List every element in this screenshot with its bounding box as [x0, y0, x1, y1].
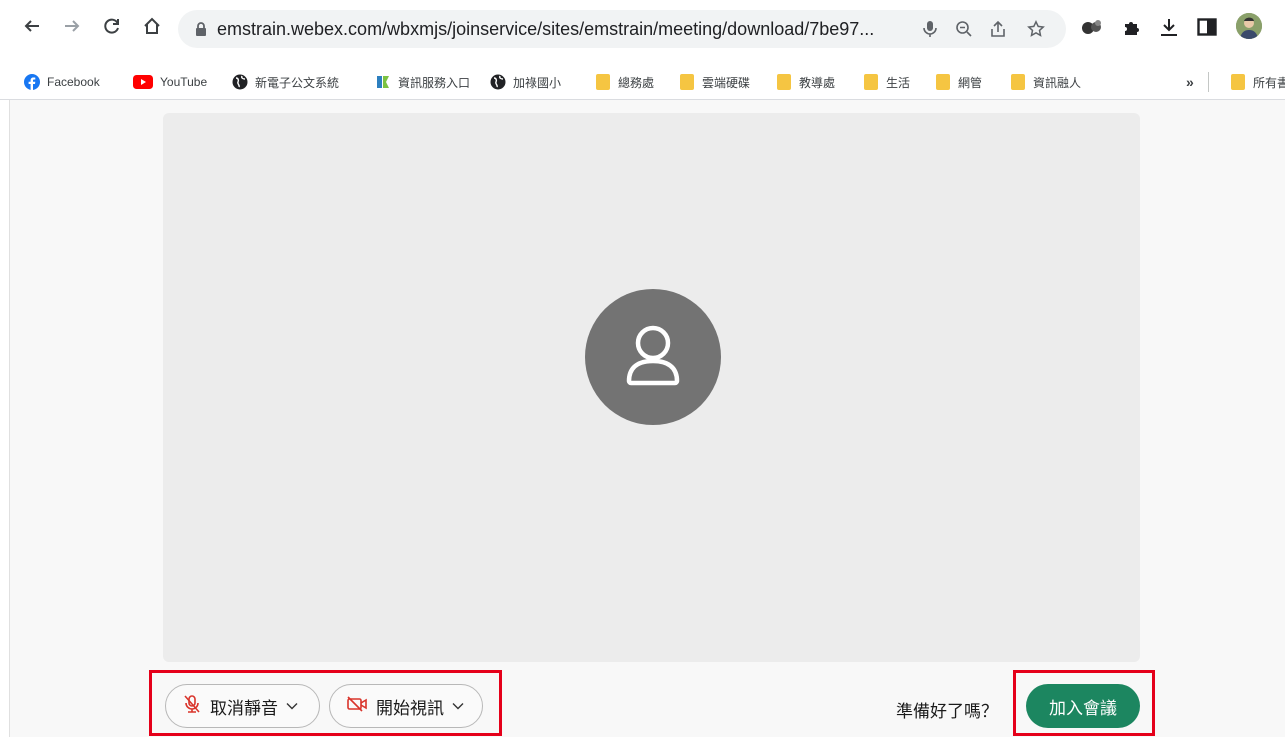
chevron-down-icon[interactable] [452, 702, 464, 710]
address-bar[interactable]: emstrain.webex.com/wbxmjs/joinservice/si… [178, 10, 1066, 48]
folder-icon [776, 74, 792, 90]
page-left-edge [0, 100, 10, 737]
bookmark-label: 總務處 [618, 75, 655, 90]
home-icon[interactable] [140, 14, 164, 38]
globe-icon [490, 74, 506, 90]
microphone-icon[interactable] [920, 19, 940, 39]
bookmark-portal[interactable]: 資訊服務入口 [375, 72, 470, 92]
bookmark-label: 所有書 [1253, 75, 1285, 90]
bookmark-label: YouTube [160, 75, 208, 89]
unmute-label: 取消靜音 [210, 698, 278, 718]
bookmark-folder-network[interactable]: 網管 [935, 72, 982, 92]
youtube-icon [133, 74, 153, 90]
forward-icon[interactable] [60, 14, 84, 38]
folder-icon [935, 74, 951, 90]
side-panel-icon[interactable] [1196, 16, 1218, 38]
extensions-puzzle-icon[interactable] [1121, 16, 1143, 38]
bookmarks-divider [1208, 72, 1209, 92]
bookmark-label: 雲端硬碟 [702, 75, 751, 90]
bookmark-label: Facebook [47, 75, 100, 89]
bookmark-label: 加祿國小 [513, 75, 562, 90]
bookmark-label: 新電子公文系統 [255, 75, 340, 90]
portal-icon [375, 74, 391, 90]
bookmark-label: 資訊服務入口 [398, 75, 471, 90]
back-icon[interactable] [20, 14, 44, 38]
folder-icon [863, 74, 879, 90]
bookmark-folder-teaching[interactable]: 教導處 [776, 72, 835, 92]
unmute-button[interactable]: 取消靜音 [165, 684, 320, 728]
folder-icon [595, 74, 611, 90]
bookmark-label: 網管 [958, 75, 983, 90]
start-video-label: 開始視訊 [376, 698, 444, 718]
microphone-muted-icon [182, 694, 202, 719]
camera-off-icon [346, 695, 368, 718]
person-icon [617, 319, 689, 396]
bookmarks-overflow-button[interactable]: » [1186, 72, 1194, 92]
bookmark-youtube[interactable]: YouTube [133, 72, 207, 92]
avatar [585, 289, 721, 425]
bookmark-folder-life[interactable]: 生活 [863, 72, 910, 92]
facebook-icon [24, 74, 40, 90]
bookmark-facebook[interactable]: Facebook [24, 72, 100, 92]
bookmark-label: 教導處 [799, 75, 836, 90]
bookmark-folder-it[interactable]: 資訊融人 [1010, 72, 1081, 92]
lock-icon[interactable] [193, 21, 209, 37]
zoom-icon[interactable] [954, 19, 974, 39]
bookmarks-bar: Facebook YouTube 新電子公文系統 資訊服務入口 加祿國小 總務處… [0, 64, 1285, 100]
share-icon[interactable] [988, 19, 1008, 39]
folder-icon [1230, 74, 1246, 90]
bookmark-edoc[interactable]: 新電子公文系統 [232, 72, 339, 92]
bookmark-folder-general-affairs[interactable]: 總務處 [595, 72, 654, 92]
browser-toolbar: emstrain.webex.com/wbxmjs/joinservice/si… [0, 0, 1285, 64]
start-video-button[interactable]: 開始視訊 [329, 684, 483, 728]
bookmark-label: 資訊融人 [1033, 75, 1082, 90]
chevron-down-icon[interactable] [286, 702, 298, 710]
join-meeting-button[interactable]: 加入會議 [1026, 684, 1140, 728]
globe-icon [232, 74, 248, 90]
bookmark-label: 生活 [886, 75, 911, 90]
ready-prompt: 準備好了嗎？ [896, 702, 998, 721]
download-icon[interactable] [1158, 16, 1180, 38]
star-icon[interactable] [1026, 19, 1046, 39]
bookmark-folder-cloud-drive[interactable]: 雲端硬碟 [679, 72, 750, 92]
bookmark-all-folder[interactable]: 所有書 [1230, 72, 1285, 92]
url-text[interactable]: emstrain.webex.com/wbxmjs/joinservice/si… [217, 19, 907, 40]
profile-avatar[interactable] [1236, 13, 1262, 39]
reload-icon[interactable] [100, 14, 124, 38]
folder-icon [679, 74, 695, 90]
extension-circles-icon[interactable] [1081, 16, 1103, 38]
bookmark-school[interactable]: 加祿國小 [490, 72, 561, 92]
folder-icon [1010, 74, 1026, 90]
